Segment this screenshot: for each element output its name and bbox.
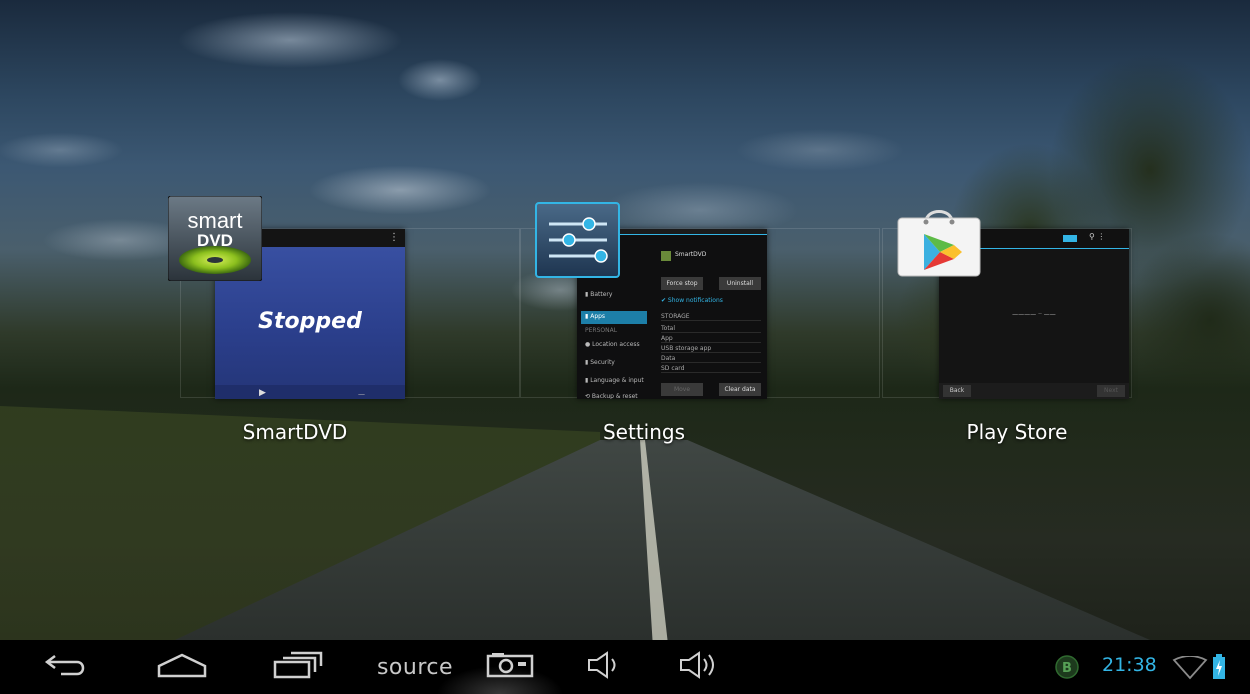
app-name-label: SmartDVD [242, 420, 348, 444]
recent-apps-button[interactable] [266, 640, 330, 694]
screenshot-icon [484, 650, 536, 684]
source-label: source [376, 654, 454, 680]
bitcoin-notification-icon[interactable]: B [1054, 654, 1080, 684]
svg-text:B: B [1062, 661, 1072, 676]
volume-up-icon [675, 650, 725, 684]
recent-apps-icon [271, 650, 325, 684]
volume-up-button[interactable] [672, 640, 728, 694]
app-name-label: Settings [602, 420, 686, 444]
back-arrow-icon [43, 652, 89, 682]
smartdvd-icon[interactable]: smart DVD [167, 195, 263, 282]
volume-down-icon [583, 650, 623, 684]
thumbnail-footer-text: — [358, 390, 365, 398]
app-name-label: Play Store [966, 420, 1068, 444]
navigation-bar: source B 21:38 [0, 640, 1250, 694]
screenshot-button[interactable] [480, 640, 540, 694]
thumbnail-message: ———— ·· —— [1012, 311, 1056, 318]
back-button[interactable] [36, 640, 96, 694]
svg-text:smart: smart [188, 208, 243, 233]
svg-text:DVD: DVD [197, 231, 233, 250]
home-icon [155, 652, 209, 682]
wifi-icon [1172, 655, 1208, 684]
clock[interactable]: 21:38 [1102, 654, 1157, 676]
volume-down-button[interactable] [578, 640, 628, 694]
source-button[interactable]: source [360, 640, 470, 694]
overflow-menu-icon: ⋮ [389, 232, 399, 243]
home-button[interactable] [150, 640, 214, 694]
play-icon: ▶ [259, 388, 266, 398]
settings-sliders-icon[interactable] [535, 202, 620, 278]
play-store-bag-icon[interactable] [896, 202, 982, 278]
thumbnail-status-text: Stopped [258, 309, 362, 334]
battery-charging-icon [1212, 654, 1226, 684]
recents-screen: ⋮ Stopped ▶ — smart DVD SmartDVD ▮ Batte… [0, 0, 1250, 694]
